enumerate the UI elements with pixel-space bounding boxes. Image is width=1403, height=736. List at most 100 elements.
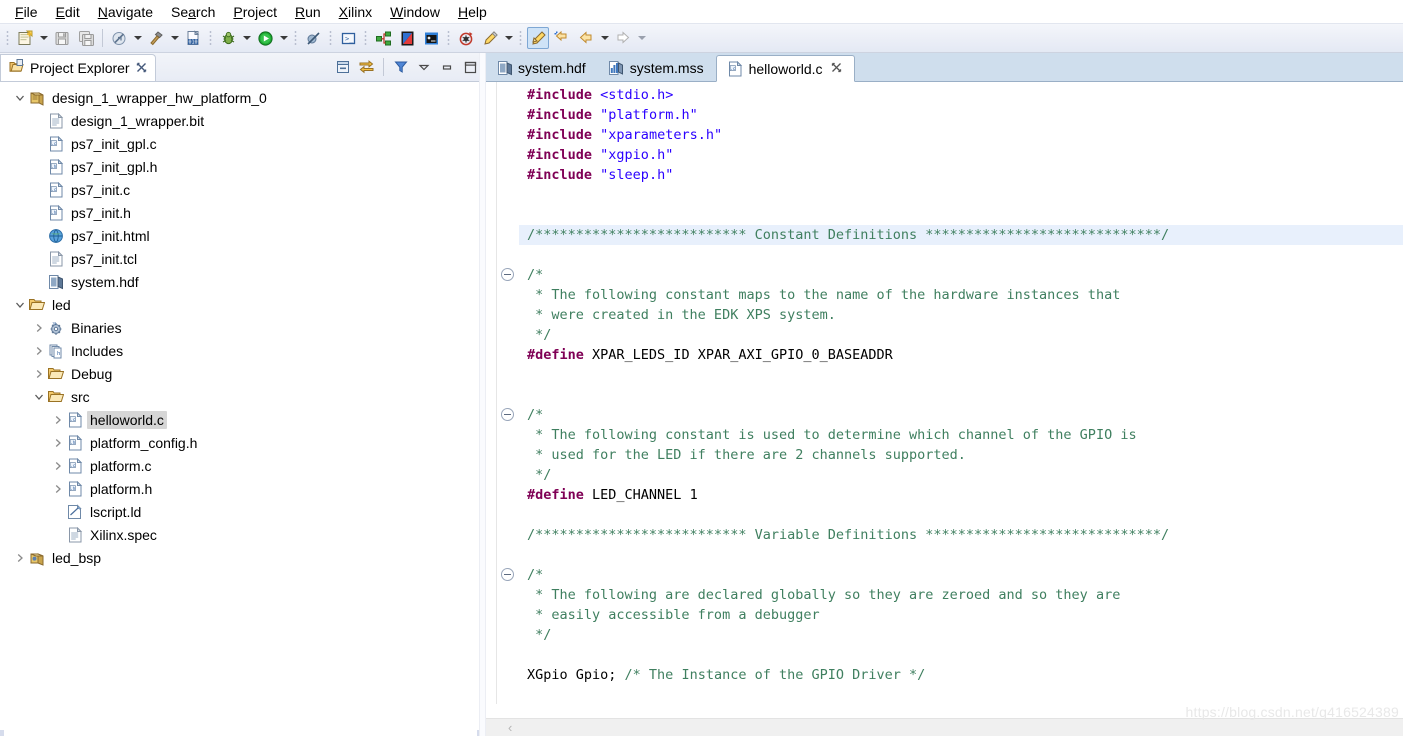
tree-item-ps7-init-h[interactable]: .h ps7_init.h xyxy=(0,201,486,224)
debug-bug-icon[interactable] xyxy=(217,27,239,49)
pen-dropdown-arrow[interactable] xyxy=(502,27,515,49)
tree-item-helloworld-c[interactable]: .c helloworld.c xyxy=(0,408,486,431)
back-history-icon[interactable] xyxy=(551,27,573,49)
tree-twisty-collapsed-icon[interactable] xyxy=(50,431,66,454)
link-with-editor-icon[interactable] xyxy=(356,57,376,77)
maximize-view-icon[interactable] xyxy=(460,57,480,77)
menu-item-run[interactable]: Run xyxy=(286,2,330,22)
minimize-view-icon[interactable] xyxy=(437,57,457,77)
binary-010-icon[interactable]: 010 xyxy=(182,27,204,49)
editor-tab-system-mss[interactable]: system.mss xyxy=(598,54,716,81)
tree-item-lscript-ld[interactable]: lscript.ld xyxy=(0,500,486,523)
new-icon[interactable] xyxy=(14,27,36,49)
tree-twisty-collapsed-icon[interactable] xyxy=(50,454,66,477)
tree-item-platform-h[interactable]: .h platform.h xyxy=(0,477,486,500)
project-explorer-hscrollbar[interactable] xyxy=(0,730,481,736)
tree-item-src[interactable]: src xyxy=(0,385,486,408)
menu-item-xilinx[interactable]: Xilinx xyxy=(330,2,381,22)
tree-item-platform-config-h[interactable]: .h platform_config.h xyxy=(0,431,486,454)
hscroll-thumb-left[interactable] xyxy=(0,730,4,736)
menu-item-project[interactable]: Project xyxy=(224,2,286,22)
collapse-all-icon[interactable] xyxy=(333,57,353,77)
close-icon[interactable] xyxy=(136,61,147,76)
menu-item-help[interactable]: Help xyxy=(449,2,496,22)
tree-item-system-hdf[interactable]: system.hdf xyxy=(0,270,486,293)
tree-item-led-bsp[interactable]: led_bsp xyxy=(0,546,486,569)
toolbar-grip-5[interactable] xyxy=(362,29,369,47)
code-content[interactable]: #include <stdio.h> #include "platform.h" #… xyxy=(519,82,1403,685)
toolbar-grip-2[interactable] xyxy=(207,29,214,47)
toolbar-grip[interactable] xyxy=(4,29,11,47)
tree-twisty-expanded-icon[interactable] xyxy=(12,86,28,109)
tree-twisty-collapsed-icon[interactable] xyxy=(50,477,66,500)
vivado-icon[interactable] xyxy=(396,27,418,49)
tree-twisty-expanded-icon[interactable] xyxy=(31,385,47,408)
project-tree[interactable]: design_1_wrapper_hw_platform_0 design_1_w… xyxy=(0,82,486,569)
new-dropdown-arrow[interactable] xyxy=(37,27,50,49)
editor-tab-system-hdf[interactable]: system.hdf xyxy=(486,54,598,81)
skip-breakpoints-icon[interactable] xyxy=(302,27,324,49)
forward-dropdown-arrow[interactable] xyxy=(635,27,648,49)
tree-item-design-1-wrapper-hw-platform-0[interactable]: design_1_wrapper_hw_platform_0 xyxy=(0,86,486,109)
fold-collapse-icon[interactable] xyxy=(501,268,514,281)
save-icon[interactable] xyxy=(51,27,73,49)
tree-item-ps7-init-tcl[interactable]: ps7_init.tcl xyxy=(0,247,486,270)
menu-item-search[interactable]: Search xyxy=(162,2,224,22)
tree-twisty-collapsed-icon[interactable] xyxy=(50,408,66,431)
toolbar-grip-6[interactable] xyxy=(445,29,452,47)
fold-collapse-icon[interactable] xyxy=(501,408,514,421)
tree-twisty-collapsed-icon[interactable] xyxy=(12,546,28,569)
build-disabled-icon[interactable] xyxy=(108,27,130,49)
tree-twisty-collapsed-icon[interactable] xyxy=(31,362,47,385)
editor-tab-helloworld-c[interactable]: .c helloworld.c xyxy=(715,55,855,82)
debug-dropdown-arrow[interactable] xyxy=(240,27,253,49)
tree-item-ps7-init-html[interactable]: ps7_init.html xyxy=(0,224,486,247)
run-dropdown-arrow[interactable] xyxy=(277,27,290,49)
panel-splitter[interactable] xyxy=(479,53,486,736)
close-icon[interactable] xyxy=(831,61,842,76)
hardware-manager-icon[interactable] xyxy=(372,27,394,49)
tree-item-platform-c[interactable]: .c platform.c xyxy=(0,454,486,477)
highlight-pen-icon[interactable] xyxy=(527,27,549,49)
editor-text-area[interactable]: #include <stdio.h> #include "platform.h" #… xyxy=(519,82,1403,704)
tree-item-debug[interactable]: Debug xyxy=(0,362,486,385)
view-menu-icon[interactable] xyxy=(414,57,434,77)
tree-twisty-collapsed-icon[interactable] xyxy=(31,316,47,339)
regenerate-bsp-icon[interactable] xyxy=(455,27,477,49)
tree-twisty-expanded-icon[interactable] xyxy=(12,293,28,316)
toolbar-grip-3[interactable] xyxy=(292,29,299,47)
tree-item-ps7-init-c[interactable]: .c ps7_init.c xyxy=(0,178,486,201)
run-play-icon[interactable] xyxy=(254,27,276,49)
back-dropdown-arrow[interactable] xyxy=(598,27,611,49)
tab-project-explorer[interactable]: Project Explorer xyxy=(0,54,156,81)
toolbar-grip-4[interactable] xyxy=(327,29,334,47)
save-all-icon[interactable] xyxy=(75,27,97,49)
tree-item-design-1-wrapper-bit[interactable]: design_1_wrapper.bit xyxy=(0,109,486,132)
dump-console-icon[interactable] xyxy=(420,27,442,49)
tree-item-binaries[interactable]: 10 Binaries xyxy=(0,316,486,339)
fold-collapse-icon[interactable] xyxy=(501,568,514,581)
tree-item-ps7-init-gpl-h[interactable]: .h ps7_init_gpl.h xyxy=(0,155,486,178)
tree-twisty-collapsed-icon[interactable] xyxy=(31,339,47,362)
tree-item-ps7-init-gpl-c[interactable]: .c ps7_init_gpl.c xyxy=(0,132,486,155)
source-editor[interactable]: #include <stdio.h> #include "platform.h" #… xyxy=(486,82,1403,704)
build-dropdown-arrow[interactable] xyxy=(131,27,144,49)
hammer-build-icon[interactable] xyxy=(145,27,167,49)
menu-item-window[interactable]: Window xyxy=(381,2,449,22)
forward-arrow-icon[interactable] xyxy=(612,27,634,49)
tree-item-led[interactable]: led xyxy=(0,293,486,316)
menu-item-navigate[interactable]: Navigate xyxy=(89,2,162,22)
scroll-left-icon[interactable]: ‹ xyxy=(508,720,512,735)
tree-item-xilinx-spec[interactable]: Xilinx.spec xyxy=(0,523,486,546)
hammer-dropdown-arrow[interactable] xyxy=(168,27,181,49)
terminal-icon[interactable]: >_ xyxy=(337,27,359,49)
pen-annotate-icon[interactable] xyxy=(479,27,501,49)
back-arrow-icon[interactable] xyxy=(575,27,597,49)
view-menu-filter-icon[interactable] xyxy=(391,57,411,77)
menu-item-file[interactable]: File xyxy=(6,2,47,22)
editor-folding-ruler[interactable] xyxy=(497,82,519,704)
editor-hscrollbar[interactable]: ‹ xyxy=(486,718,1403,736)
editor-marker-ruler[interactable] xyxy=(486,82,497,704)
toolbar-grip-7[interactable] xyxy=(517,29,524,47)
menu-item-edit[interactable]: Edit xyxy=(47,2,89,22)
